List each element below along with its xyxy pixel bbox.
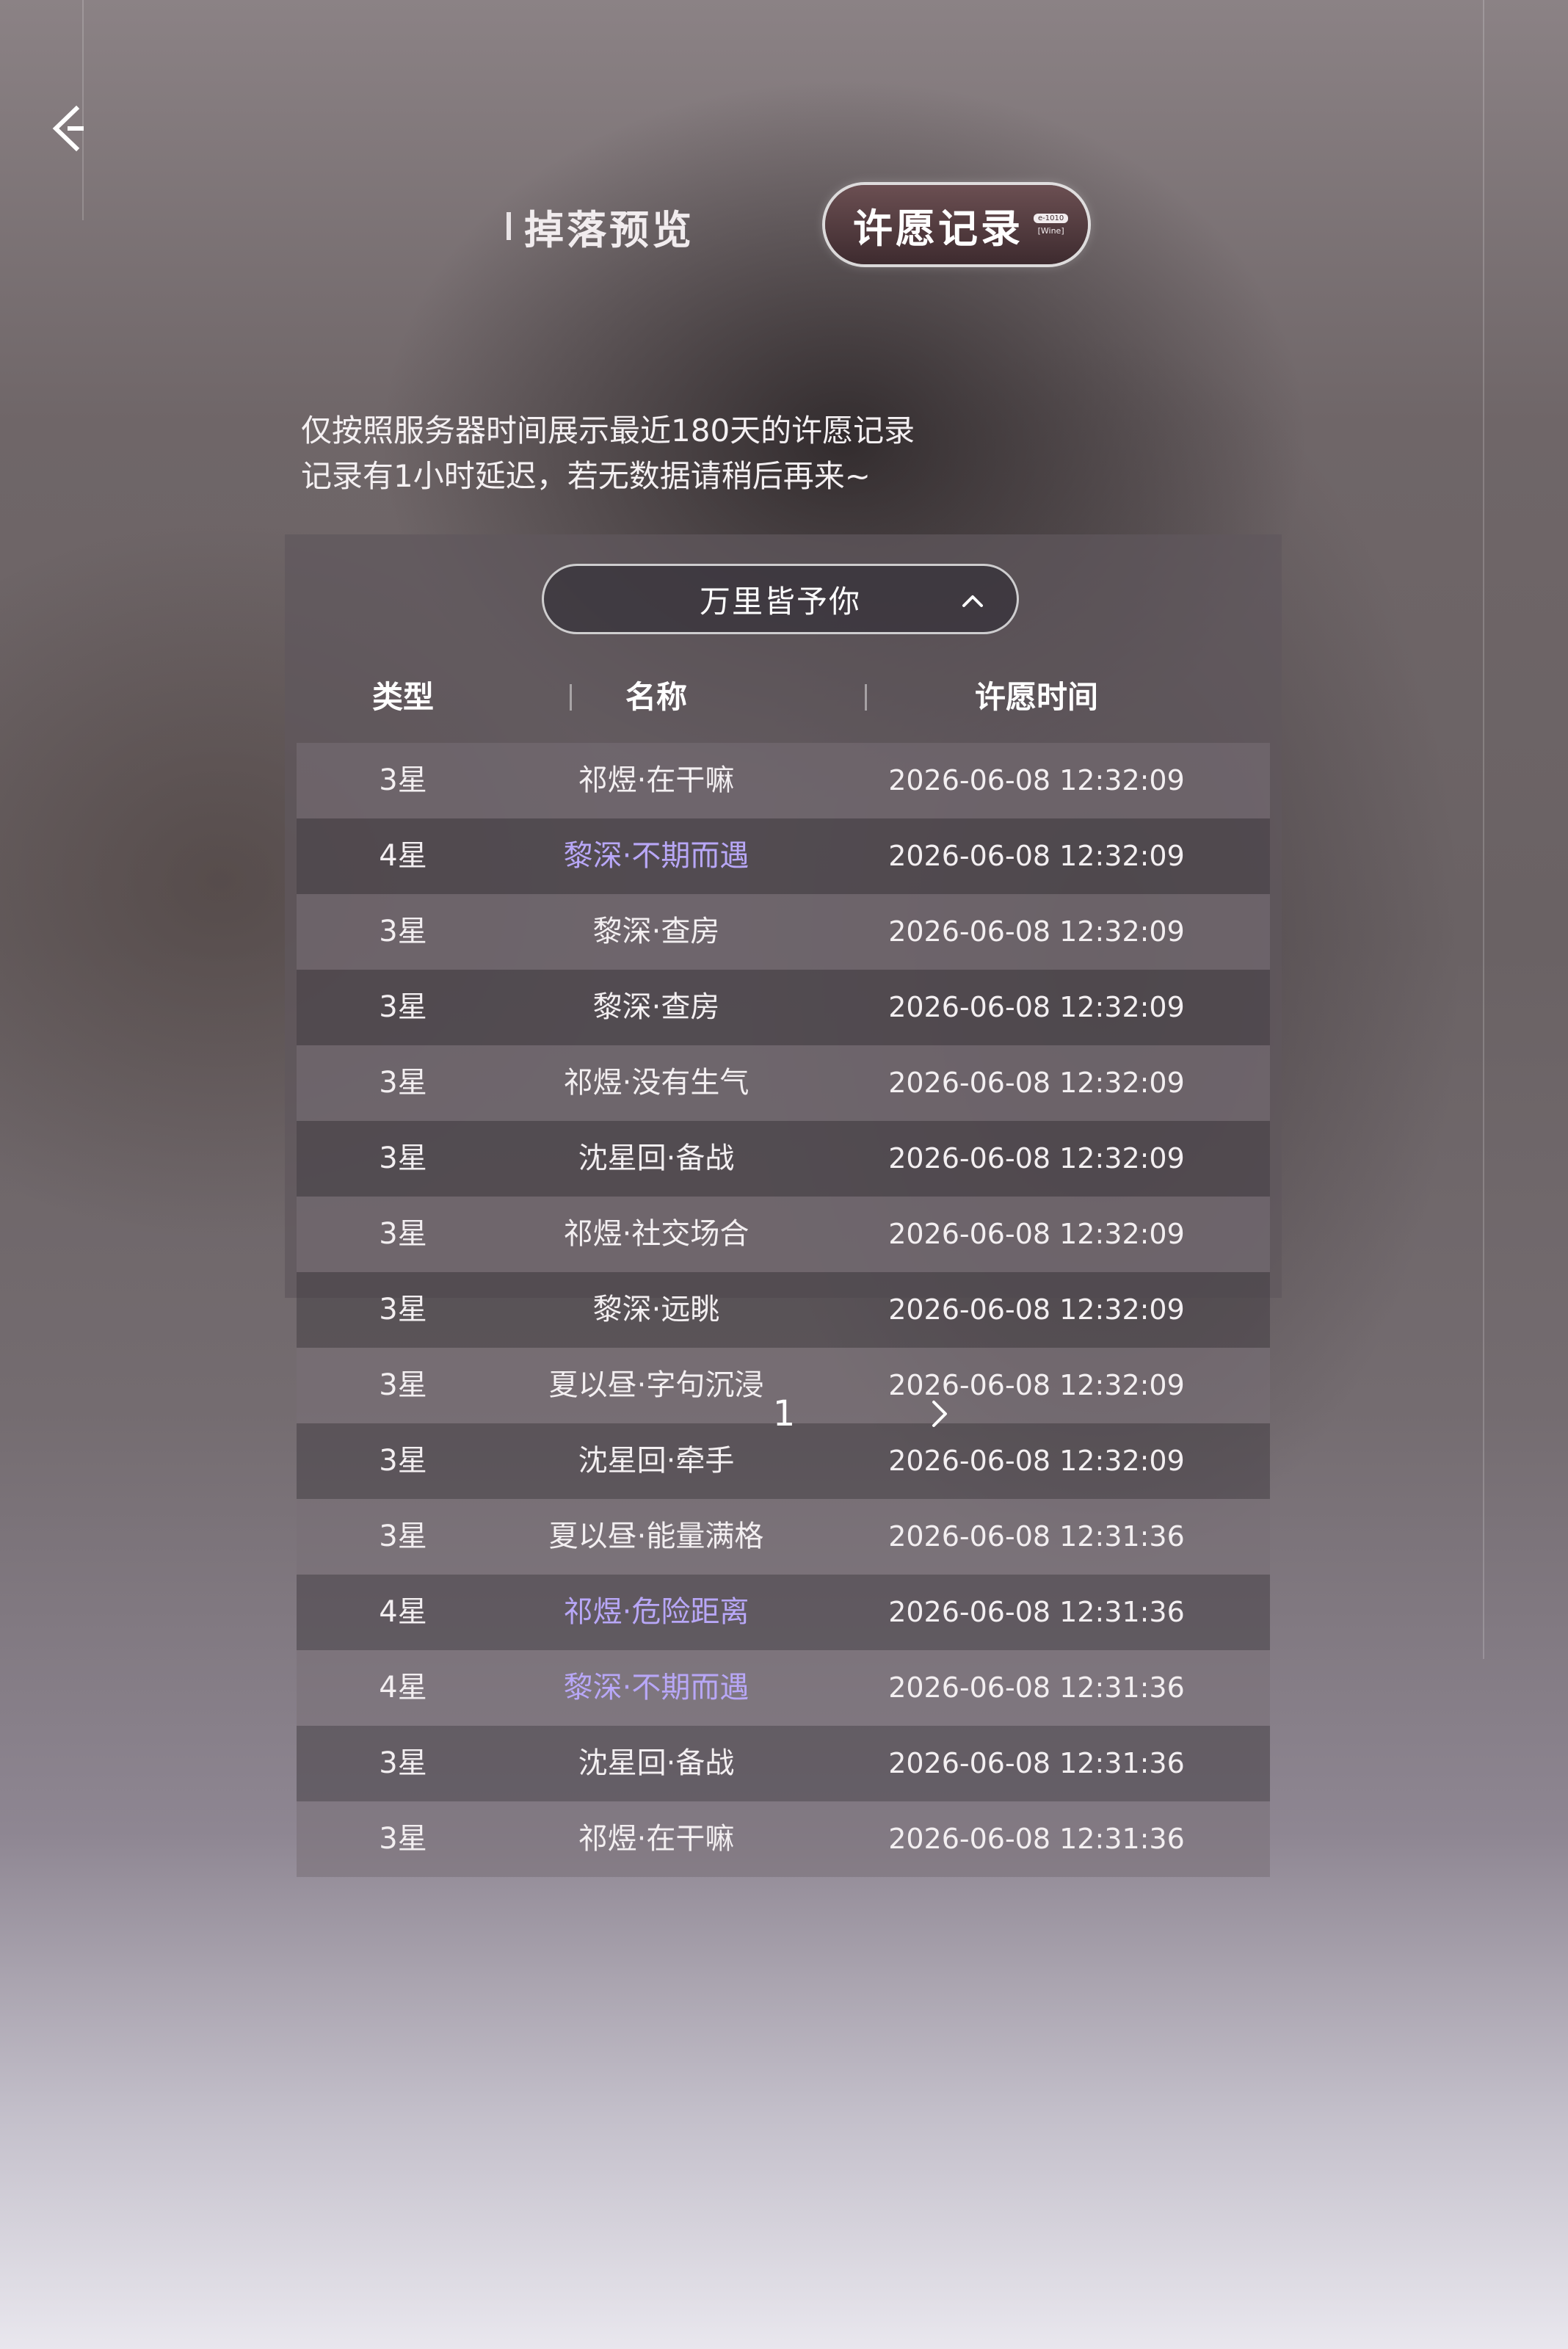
tab-tag-bottom: [Wine]	[1037, 226, 1064, 236]
next-page-button[interactable]	[923, 1398, 956, 1430]
cell-type: 3星	[379, 1746, 427, 1780]
cell-type: 3星	[379, 1141, 427, 1175]
cell-time: 2026-06-08 12:31:36	[888, 1747, 1185, 1779]
cell-name: 祁煜·危险距离	[563, 1595, 749, 1629]
notice-line-1: 仅按照服务器时间展示最近180天的许愿记录	[301, 413, 915, 449]
tab-drop-preview[interactable]: 掉落预览	[507, 197, 694, 255]
record-list: 3星 祁煜·在干嘛 2026-06-08 12:32:09 4星 黎深·不期而遇 2026…	[297, 743, 1270, 1877]
table-row: 3星 祁煜·在干嘛 2026-06-08 12:31:36	[297, 1801, 1270, 1877]
decor-line-right	[1483, 0, 1484, 1659]
table-row: 3星 沈星回·备战 2026-06-08 12:32:09	[297, 1121, 1270, 1197]
table-row: 3星 夏以昼·能量满格 2026-06-08 12:31:36	[297, 1499, 1270, 1575]
cell-type: 3星	[379, 1822, 427, 1856]
cell-time: 2026-06-08 12:31:36	[888, 1671, 1185, 1704]
cell-type: 4星	[379, 1671, 427, 1704]
back-button[interactable]	[46, 103, 97, 154]
cell-name: 黎深·查房	[592, 915, 720, 948]
cell-type: 3星	[379, 990, 427, 1024]
table-row: 4星 黎深·不期而遇 2026-06-08 12:31:36	[297, 1650, 1270, 1726]
cell-name: 祁煜·在干嘛	[578, 1822, 735, 1856]
header-time: 许愿时间	[974, 679, 1098, 715]
table-row: 3星 祁煜·在干嘛 2026-06-08 12:32:09	[297, 743, 1270, 818]
cell-name: 祁煜·社交场合	[563, 1217, 749, 1251]
cell-type: 3星	[379, 763, 427, 797]
cell-type: 3星	[379, 915, 427, 948]
notice-line-2: 记录有1小时延迟，若无数据请稍后再来~	[301, 458, 871, 494]
cell-time: 2026-06-08 12:32:09	[888, 840, 1185, 872]
table-row: 3星 黎深·查房 2026-06-08 12:32:09	[297, 970, 1270, 1045]
page-number[interactable]: 1	[762, 1384, 806, 1443]
table-header: 类型 名称 许愿时间	[285, 668, 1282, 727]
cell-type: 4星	[379, 1595, 427, 1629]
cell-name: 夏以昼·能量满格	[548, 1520, 764, 1553]
cell-time: 2026-06-08 12:31:36	[888, 1520, 1185, 1553]
cell-name: 黎深·不期而遇	[563, 1671, 749, 1704]
cell-name: 祁煜·在干嘛	[578, 763, 735, 797]
tab-tag-top: e-1010	[1034, 214, 1069, 223]
notice-text: 仅按照服务器时间展示最近180天的许愿记录 记录有1小时延迟，若无数据请稍后再来…	[301, 408, 915, 499]
tab-divider	[507, 212, 511, 240]
tab-drop-preview-label: 掉落预览	[524, 206, 694, 253]
cell-name: 沈星回·备战	[578, 1746, 735, 1780]
cell-type: 3星	[379, 1520, 427, 1553]
table-row: 4星 黎深·不期而遇 2026-06-08 12:32:09	[297, 818, 1270, 894]
tab-wish-record[interactable]: 许愿记录 e-1010 [Wine]	[825, 185, 1088, 264]
cell-time: 2026-06-08 12:31:36	[888, 1823, 1185, 1855]
table-row: 3星 沈星回·备战 2026-06-08 12:31:36	[297, 1726, 1270, 1801]
cell-name: 沈星回·备战	[578, 1141, 735, 1175]
cell-time: 2026-06-08 12:32:09	[888, 991, 1185, 1023]
header-name: 名称	[625, 679, 687, 715]
cell-time: 2026-06-08 12:32:09	[888, 764, 1185, 796]
cell-time: 2026-06-08 12:31:36	[888, 1596, 1185, 1628]
pool-dropdown[interactable]: 万里皆予你	[542, 564, 1019, 634]
tab-wish-record-label: 许愿记录	[853, 204, 1023, 252]
table-row: 3星 祁煜·社交场合 2026-06-08 12:32:09	[297, 1197, 1270, 1272]
table-row: 3星 黎深·远眺 2026-06-08 12:32:09	[297, 1272, 1270, 1348]
header-type: 类型	[371, 679, 434, 715]
cell-name: 黎深·远眺	[592, 1293, 720, 1326]
cell-type: 4星	[379, 839, 427, 873]
tab-tag: e-1010 [Wine]	[1034, 214, 1069, 236]
cell-time: 2026-06-08 12:32:09	[888, 1067, 1185, 1099]
cell-name: 祁煜·没有生气	[563, 1066, 749, 1100]
pool-dropdown-label: 万里皆予你	[699, 583, 861, 620]
cell-name: 黎深·不期而遇	[563, 839, 749, 873]
cell-type: 3星	[379, 1217, 427, 1251]
cell-time: 2026-06-08 12:32:09	[888, 1218, 1185, 1250]
cell-type: 3星	[379, 1293, 427, 1326]
cell-name: 黎深·查房	[592, 990, 720, 1024]
table-row: 3星 黎深·查房 2026-06-08 12:32:09	[297, 894, 1270, 970]
cell-type: 3星	[379, 1066, 427, 1100]
cell-time: 2026-06-08 12:32:09	[888, 915, 1185, 948]
back-arrow-icon	[52, 105, 84, 152]
chevron-up-icon	[962, 595, 983, 607]
pagination: 1	[285, 1384, 1282, 1443]
table-row: 4星 祁煜·危险距离 2026-06-08 12:31:36	[297, 1575, 1270, 1650]
cell-time: 2026-06-08 12:32:09	[888, 1293, 1185, 1326]
wish-record-panel: 万里皆予你 类型 名称 许愿时间 3星 祁煜·在干嘛 2026-06-08 12:3…	[285, 534, 1282, 1877]
table-row: 3星 祁煜·没有生气 2026-06-08 12:32:09	[297, 1045, 1270, 1121]
cell-time: 2026-06-08 12:32:09	[888, 1142, 1185, 1174]
